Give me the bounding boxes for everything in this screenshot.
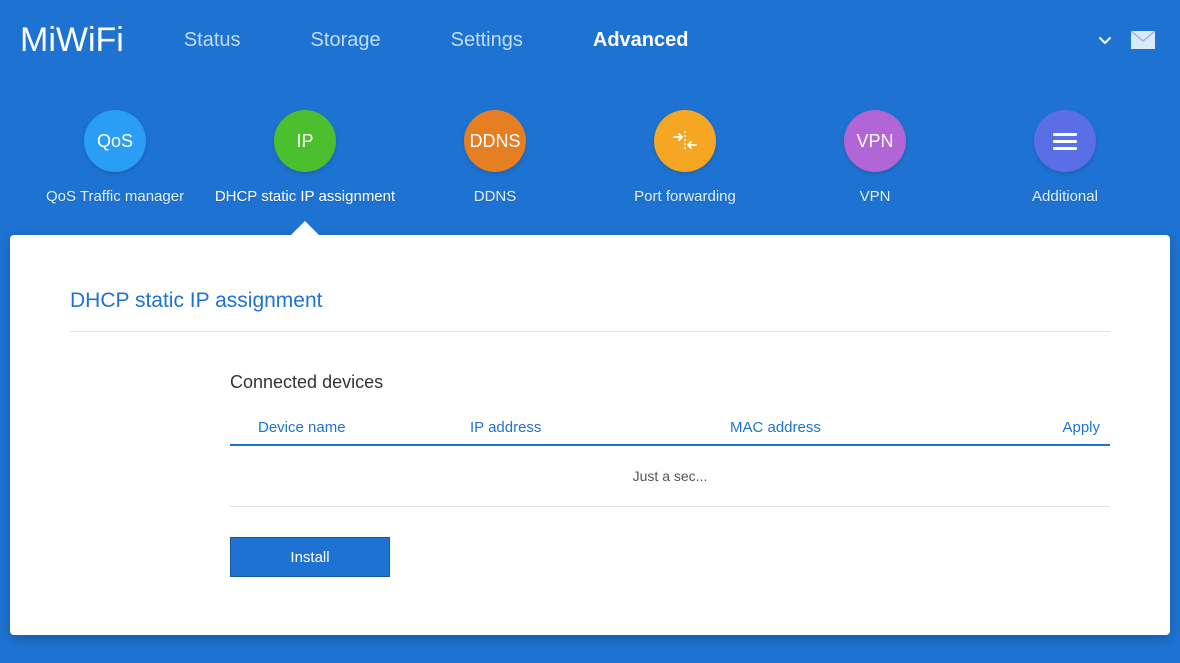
section-title: Connected devices (230, 372, 1110, 393)
mail-icon[interactable] (1131, 31, 1155, 49)
chevron-down-icon[interactable] (1097, 32, 1113, 48)
install-button[interactable]: Install (230, 537, 390, 577)
col-mac-address[interactable]: MAC address (730, 419, 990, 436)
subnav-label-ddns: DDNS (474, 188, 517, 205)
subnav-label-additional: Additional (1032, 188, 1098, 205)
devices-table: Device name IP address MAC address Apply… (230, 411, 1110, 507)
subnav-port-forwarding[interactable]: Port forwarding (590, 110, 780, 205)
top-actions (1097, 31, 1155, 49)
subnav-label-qos: QoS Traffic manager (46, 188, 184, 205)
subnav-qos[interactable]: QoS QoS Traffic manager (20, 110, 210, 205)
vpn-icon: VPN (844, 110, 906, 172)
table-loading-row: Just a sec... (230, 446, 1110, 507)
main-panel: DHCP static IP assignment Connected devi… (10, 235, 1170, 635)
nav-advanced[interactable]: Advanced (593, 29, 689, 52)
subnav-ddns[interactable]: DDNS DDNS (400, 110, 590, 205)
subnav-dhcp[interactable]: IP DHCP static IP assignment (210, 110, 400, 205)
col-device-name[interactable]: Device name (230, 419, 470, 436)
main-nav: Status Storage Settings Advanced (184, 29, 1097, 52)
table-header: Device name IP address MAC address Apply (230, 411, 1110, 446)
panel-title: DHCP static IP assignment (70, 289, 1110, 332)
port-forwarding-icon (654, 110, 716, 172)
nav-settings[interactable]: Settings (451, 29, 523, 52)
nav-storage[interactable]: Storage (311, 29, 381, 52)
connected-devices-section: Connected devices Device name IP address… (70, 332, 1110, 577)
subnav-label-dhcp: DHCP static IP assignment (215, 188, 395, 205)
nav-status[interactable]: Status (184, 29, 241, 52)
logo: MiWiFi (20, 21, 124, 60)
active-pointer-icon (291, 221, 319, 235)
ip-icon: IP (274, 110, 336, 172)
subnav-label-vpn: VPN (860, 188, 891, 205)
subnav: QoS QoS Traffic manager IP DHCP static I… (0, 80, 1180, 205)
col-ip-address[interactable]: IP address (470, 419, 730, 436)
subnav-additional[interactable]: Additional (970, 110, 1160, 205)
top-bar: MiWiFi Status Storage Settings Advanced (0, 0, 1180, 80)
col-apply[interactable]: Apply (990, 419, 1110, 436)
qos-icon: QoS (84, 110, 146, 172)
ddns-icon: DDNS (464, 110, 526, 172)
subnav-vpn[interactable]: VPN VPN (780, 110, 970, 205)
subnav-label-port-forwarding: Port forwarding (634, 188, 736, 205)
hamburger-icon (1034, 110, 1096, 172)
